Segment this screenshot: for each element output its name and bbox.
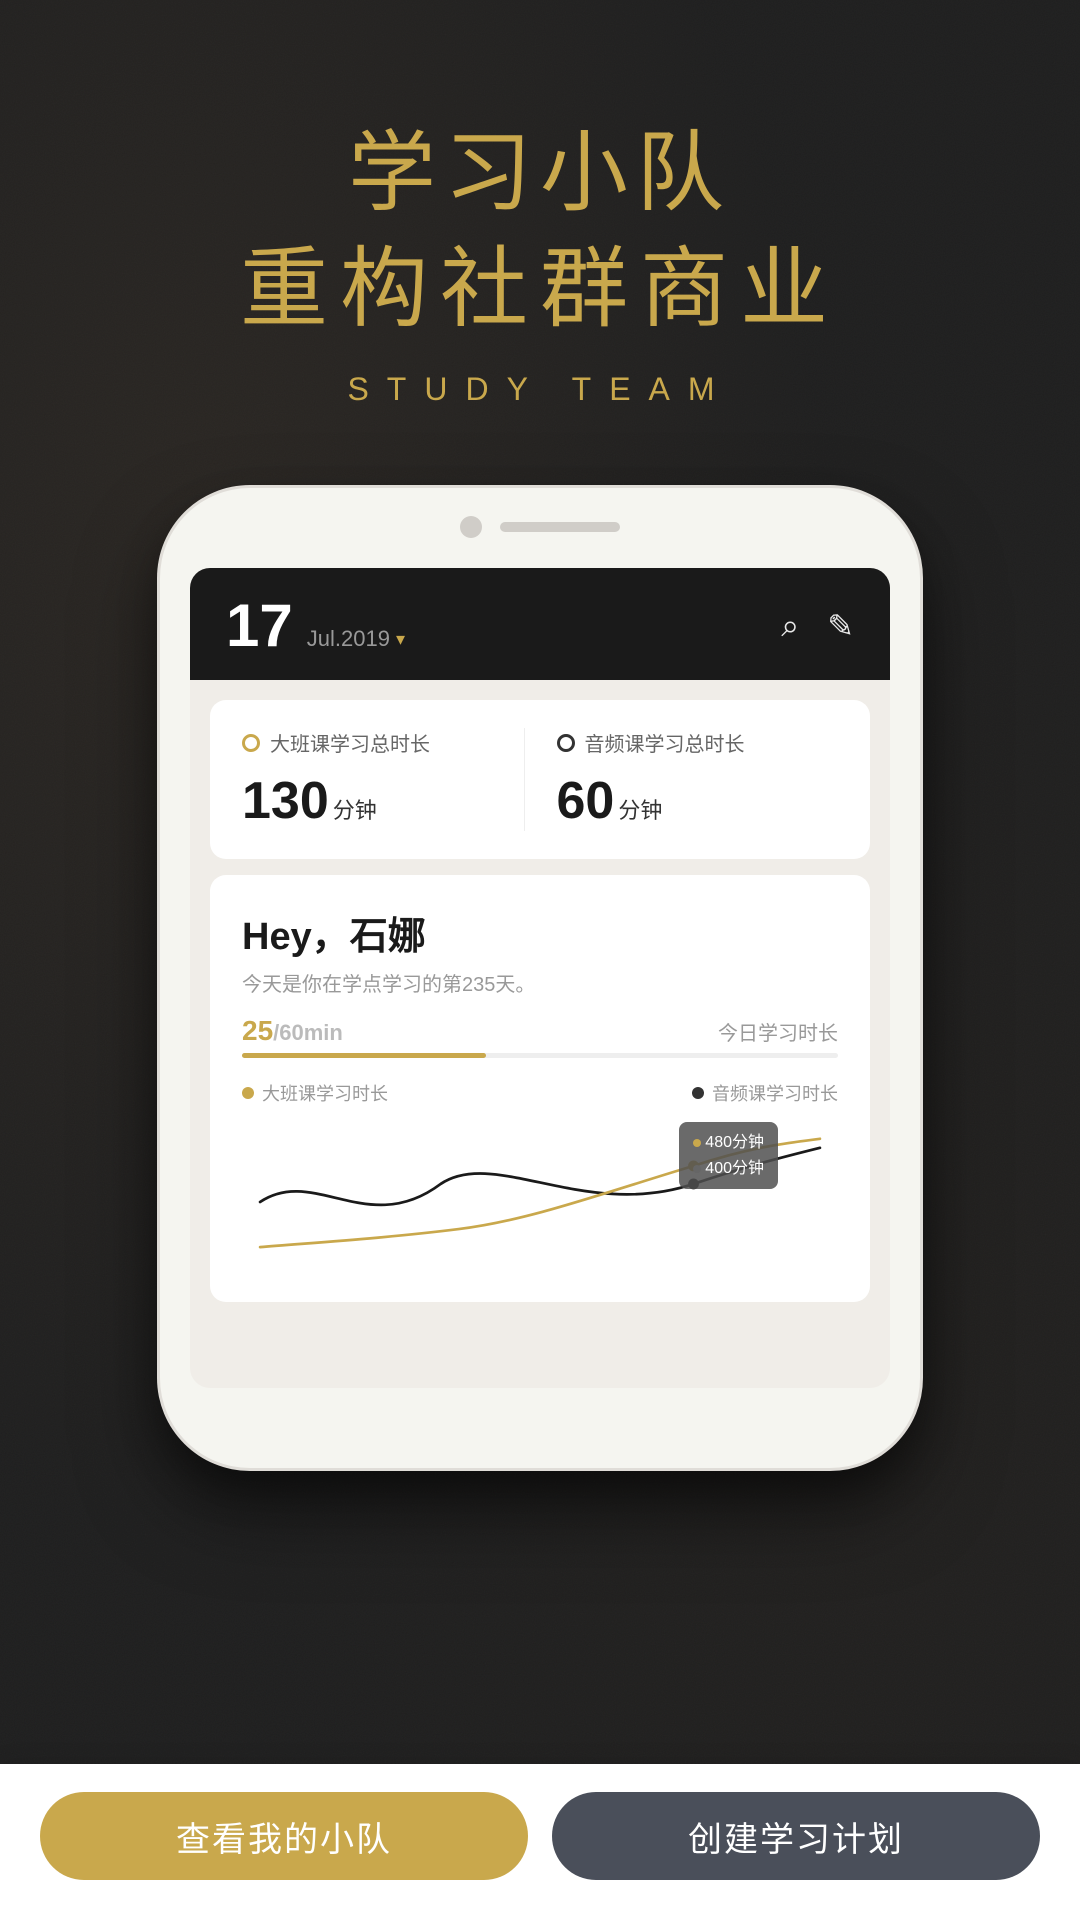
stat-item-1: 大班课学习总时长 130 分钟 (242, 728, 524, 831)
phone-screen: 17 Jul.2019 ▾ ⌕ ✎ 大班课学习总时长 (190, 568, 890, 1388)
legend-dot-yellow-icon (242, 1087, 254, 1099)
app-header-left: 17 Jul.2019 ▾ (226, 596, 405, 656)
progress-row: 25/60min 今日学习时长 (242, 1015, 838, 1047)
phone-camera (460, 516, 482, 538)
app-header-right: ⌕ ✎ (781, 607, 854, 645)
chart-legend: 大班课学习时长 音频课学习时长 (242, 1080, 838, 1106)
stat2-label: 音频课学习总时长 (557, 728, 839, 757)
stat2-value: 60 分钟 (557, 771, 839, 831)
stats-card: 大班课学习总时长 130 分钟 音频课学习总时长 60 分钟 (210, 700, 870, 859)
stat1-value: 130 分钟 (242, 771, 524, 831)
create-study-plan-button[interactable]: 创建学习计划 (552, 1792, 1040, 1880)
user-subtitle: 今天是你在学点学习的第235天。 (242, 968, 838, 997)
date-number: 17 (226, 596, 293, 656)
chart-area: 480分钟 400分钟 (242, 1122, 838, 1282)
stat2-dot-icon (557, 734, 575, 752)
title-line1: 学习小队 (240, 120, 840, 226)
edit-icon[interactable]: ✎ (827, 607, 854, 645)
phone-speaker (500, 522, 620, 532)
page-root: 学习小队 重构社群商业 STUDY TEAM 17 Jul.2019 ▾ (0, 0, 1080, 1920)
phone-mockup: 17 Jul.2019 ▾ ⌕ ✎ 大班课学习总时长 (160, 488, 920, 1468)
user-greeting: Hey，石娜 (242, 905, 838, 960)
chart-tooltip: 480分钟 400分钟 (679, 1122, 778, 1189)
subtitle: STUDY TEAM (240, 371, 840, 408)
app-header: 17 Jul.2019 ▾ ⌕ ✎ (190, 568, 890, 680)
stat1-label: 大班课学习总时长 (242, 728, 524, 757)
progress-label: 今日学习时长 (718, 1017, 838, 1046)
phone-top-elements (460, 516, 620, 538)
bottom-bar: 查看我的小队 创建学习计划 (0, 1764, 1080, 1920)
tooltip-dark-icon (693, 1165, 701, 1173)
date-month: Jul.2019 ▾ (307, 626, 405, 652)
stat-item-2: 音频课学习总时长 60 分钟 (524, 728, 839, 831)
progress-bar-bg (242, 1053, 838, 1058)
legend-dot-dark-icon (692, 1087, 704, 1099)
progress-value: 25/60min (242, 1015, 343, 1047)
header-section: 学习小队 重构社群商业 STUDY TEAM (240, 120, 840, 408)
user-card: Hey，石娜 今天是你在学点学习的第235天。 25/60min 今日学习时长 … (210, 875, 870, 1302)
date-arrow-icon: ▾ (396, 629, 405, 650)
legend-item-2: 音频课学习时长 (692, 1080, 838, 1106)
search-icon[interactable]: ⌕ (781, 607, 799, 645)
legend-item-1: 大班课学习时长 (242, 1080, 388, 1106)
tooltip-yellow-icon (693, 1139, 701, 1147)
stat1-dot-icon (242, 734, 260, 752)
progress-bar-fill (242, 1053, 486, 1058)
view-my-team-button[interactable]: 查看我的小队 (40, 1792, 528, 1880)
title-line2: 重构社群商业 (240, 236, 840, 342)
